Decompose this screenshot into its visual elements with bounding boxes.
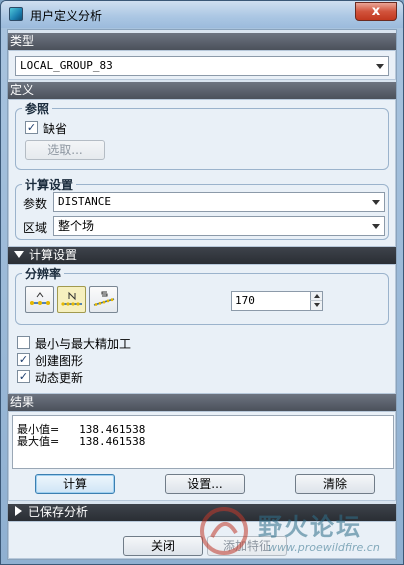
dynamic-update-label: 动态更新 [35,371,84,385]
settings-button[interactable]: 设置... [165,474,245,494]
reference-group [15,108,389,170]
min-max-finish-checkbox[interactable] [17,336,30,349]
resolution-group-title: 分辨率 [22,265,65,282]
definition-header: 定义 [8,82,396,99]
chevron-down-icon [376,64,384,69]
select-button[interactable]: 选取... [25,140,105,160]
resolution-coarse-button[interactable] [25,286,54,313]
param-select[interactable]: DISTANCE [53,192,385,212]
region-select[interactable]: 整个场 [53,216,385,236]
dynamic-update-checkbox[interactable]: ✓ [17,370,30,383]
title-bar[interactable]: 用户定义分析 x [1,1,403,28]
close-button[interactable]: 关闭 [123,536,203,556]
app-icon [9,7,23,21]
window-title: 用户定义分析 [30,9,103,23]
expand-down-icon [14,251,24,258]
type-panel: LOCAL_GROUP_83 [8,50,396,80]
compute-button[interactable]: 计算 [35,474,115,494]
create-graph-label: 创建图形 [35,354,84,368]
chevron-down-icon [372,224,380,229]
type-header: 类型 [8,33,396,50]
results-panel: 最小值= 138.461538 最大值= 138.461538 计算 设置...… [8,411,396,501]
close-window-button[interactable]: x [355,2,397,21]
default-label: 缺省 [43,122,68,136]
region-label: 区域 [23,221,48,235]
default-checkbox[interactable]: ✓ [25,121,38,134]
dialog-body: 类型 LOCAL_GROUP_83 定义 参照 ✓ 缺省 选取... 计算设置 … [7,29,397,560]
reference-group-title: 参照 [22,100,53,117]
stepper-up-button[interactable] [310,292,322,301]
dialog-window: 用户定义分析 x 类型 LOCAL_GROUP_83 定义 参照 ✓ 缺省 选取… [0,0,404,565]
results-header: 结果 [8,394,396,411]
max-value-row: 最大值= 138.461538 [17,435,146,448]
calc-settings-panel: 分辨率 170 最小与最大精加工 ✓ 创建图形 ✓ 动态更新 [8,264,396,394]
create-graph-checkbox[interactable]: ✓ [17,353,30,366]
calc-settings-header[interactable]: 计算设置 [8,247,396,264]
resolution-stepper[interactable]: 170 [231,291,323,311]
watermark-name: 野火论坛 [258,513,362,541]
min-max-finish-label: 最小与最大精加工 [35,337,132,351]
chevron-down-icon [372,200,380,205]
calc-settings-group-title: 计算设置 [22,176,77,193]
watermark-url: www.proewildfire.cn [268,541,380,554]
watermark-logo-icon [200,507,248,555]
param-label: 参数 [23,197,48,211]
resolution-medium-button[interactable] [57,286,86,313]
medium-resolution-icon [61,291,82,306]
fine-resolution-icon [93,291,115,306]
stepper-down-button[interactable] [310,301,322,310]
definition-panel: 参照 ✓ 缺省 选取... 计算设置 参数 DISTANCE 区域 整个场 [8,99,396,247]
resolution-fine-button[interactable] [89,286,118,313]
clear-button[interactable]: 清除 [295,474,375,494]
type-select[interactable]: LOCAL_GROUP_83 [15,56,389,76]
results-box: 最小值= 138.461538 最大值= 138.461538 [12,415,394,469]
forum-watermark: 野火论坛 www.proewildfire.cn [196,501,403,561]
coarse-resolution-icon [30,292,50,305]
expand-right-icon [15,506,22,516]
